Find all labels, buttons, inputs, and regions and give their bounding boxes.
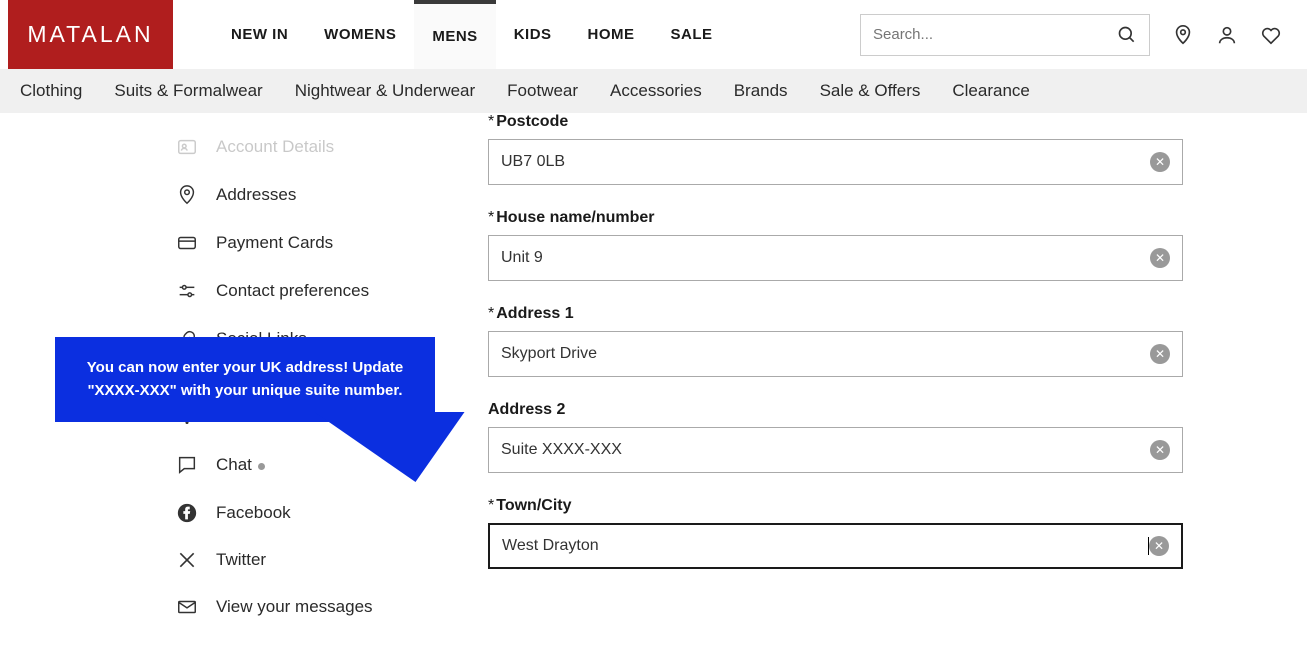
clear-icon[interactable]: ✕ (1150, 440, 1170, 460)
nav-mens[interactable]: MENS (414, 0, 495, 69)
facebook-icon (176, 502, 198, 524)
location-pin-icon (176, 184, 198, 206)
logo[interactable]: MATALAN (8, 0, 173, 69)
clear-icon[interactable]: ✕ (1149, 536, 1169, 556)
town-city-label: Town/City (488, 497, 1183, 515)
address1-input[interactable] (501, 345, 1150, 363)
nav-home[interactable]: HOME (570, 0, 653, 69)
sliders-icon (176, 280, 198, 302)
status-dot-icon (258, 463, 265, 470)
postcode-input-wrap[interactable]: ✕ (488, 139, 1183, 185)
field-address1: Address 1 ✕ (488, 305, 1183, 377)
main-nav: NEW IN WOMENS MENS KIDS HOME SALE (213, 0, 731, 69)
subnav-nightwear[interactable]: Nightwear & Underwear (295, 81, 475, 101)
sidebar-item-messages[interactable]: View your messages (128, 583, 423, 631)
clear-icon[interactable]: ✕ (1150, 152, 1170, 172)
clear-icon[interactable]: ✕ (1150, 248, 1170, 268)
user-card-icon (176, 136, 198, 158)
clear-icon[interactable]: ✕ (1150, 344, 1170, 364)
address1-label: Address 1 (488, 305, 1183, 323)
address2-input-wrap[interactable]: ✕ (488, 427, 1183, 473)
nav-sale[interactable]: SALE (653, 0, 731, 69)
sidebar-item-label: Chat (216, 455, 265, 475)
x-twitter-icon (176, 550, 198, 570)
sidebar-item-label: View your messages (216, 597, 373, 617)
chat-icon (176, 454, 198, 476)
content: You can now enter your UK address! Updat… (0, 113, 1307, 651)
sidebar-item-label: Payment Cards (216, 233, 333, 253)
sidebar-item-label: Twitter (216, 550, 266, 570)
subnav-clothing[interactable]: Clothing (20, 81, 82, 101)
credit-card-icon (176, 232, 198, 254)
address2-input[interactable] (501, 441, 1150, 459)
search-input[interactable] (873, 26, 1117, 43)
sidebar-item-label: Facebook (216, 503, 291, 523)
field-postcode: Postcode ✕ (488, 113, 1183, 185)
town-city-input-wrap[interactable]: ✕ (488, 523, 1183, 569)
sidebar-item-label: Account Details (216, 137, 334, 157)
sidebar-item-twitter[interactable]: Twitter (128, 537, 423, 583)
nav-kids[interactable]: KIDS (496, 0, 570, 69)
field-address2: Address 2 ✕ (488, 401, 1183, 473)
sidebar-item-facebook[interactable]: Facebook (128, 489, 423, 537)
subnav-brands[interactable]: Brands (734, 81, 788, 101)
heart-icon[interactable] (1260, 24, 1282, 46)
address1-input-wrap[interactable]: ✕ (488, 331, 1183, 377)
address-form: Postcode ✕ House name/number ✕ Address 1… (423, 113, 1193, 651)
sidebar-item-addresses[interactable]: Addresses (128, 171, 423, 219)
postcode-input[interactable] (501, 153, 1150, 171)
search-icon[interactable] (1117, 25, 1137, 45)
header: MATALAN NEW IN WOMENS MENS KIDS HOME SAL… (0, 0, 1307, 69)
sidebar-item-account-details[interactable]: Account Details (128, 123, 423, 171)
location-icon[interactable] (1172, 24, 1194, 46)
sidebar-item-label: Addresses (216, 185, 296, 205)
sub-nav: Clothing Suits & Formalwear Nightwear & … (0, 69, 1307, 113)
sidebar-item-label: Contact preferences (216, 281, 369, 301)
subnav-accessories[interactable]: Accessories (610, 81, 702, 101)
subnav-clearance[interactable]: Clearance (952, 81, 1030, 101)
instruction-tooltip: You can now enter your UK address! Updat… (55, 337, 435, 422)
house-label: House name/number (488, 209, 1183, 227)
house-input[interactable] (501, 249, 1150, 267)
subnav-footwear[interactable]: Footwear (507, 81, 578, 101)
postcode-label: Postcode (488, 113, 1183, 131)
subnav-sale-offers[interactable]: Sale & Offers (820, 81, 921, 101)
search-box[interactable] (860, 14, 1150, 56)
subnav-suits[interactable]: Suits & Formalwear (114, 81, 262, 101)
header-right (860, 14, 1307, 56)
account-icon[interactable] (1216, 24, 1238, 46)
address2-label: Address 2 (488, 401, 1183, 419)
house-input-wrap[interactable]: ✕ (488, 235, 1183, 281)
sidebar-item-contact-prefs[interactable]: Contact preferences (128, 267, 423, 315)
nav-new-in[interactable]: NEW IN (213, 0, 306, 69)
nav-womens[interactable]: WOMENS (306, 0, 414, 69)
envelope-icon (176, 596, 198, 618)
town-city-input[interactable] (502, 537, 1149, 555)
sidebar-item-payment-cards[interactable]: Payment Cards (128, 219, 423, 267)
field-house: House name/number ✕ (488, 209, 1183, 281)
field-town-city: Town/City ✕ (488, 497, 1183, 569)
